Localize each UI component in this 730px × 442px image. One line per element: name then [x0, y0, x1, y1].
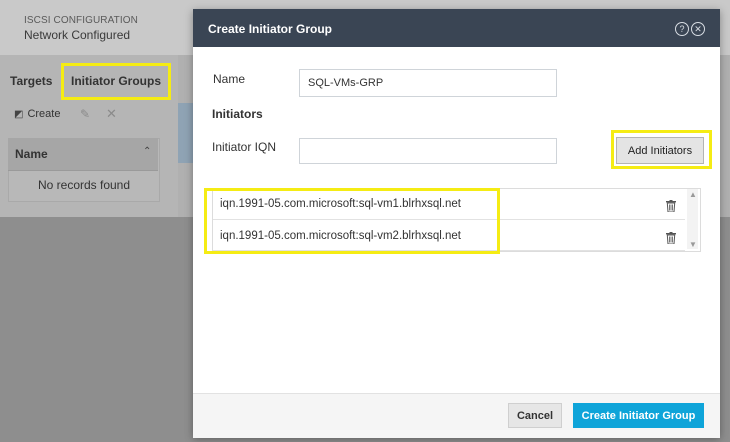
initiator-iqn-label: Initiator IQN — [212, 140, 277, 154]
initiator-iqn-text: iqn.1991-05.com.microsoft:sql-vm1.blrhxs… — [220, 198, 461, 210]
tab-initiator-groups[interactable]: Initiator Groups — [71, 74, 161, 88]
create-button[interactable]: ◩ Create — [14, 108, 60, 120]
close-icon[interactable]: ✕ — [691, 22, 705, 36]
create-icon: ◩ — [14, 108, 24, 120]
name-input[interactable] — [299, 69, 557, 97]
delete-icon[interactable]: ✕ — [106, 106, 117, 122]
initiator-iqn-text: iqn.1991-05.com.microsoft:sql-vm2.blrhxs… — [220, 230, 461, 242]
edit-icon[interactable]: ✎ — [80, 107, 90, 121]
add-initiators-button[interactable]: Add Initiators — [616, 137, 704, 164]
dialog-title: Create Initiator Group — [208, 22, 333, 36]
cancel-button[interactable]: Cancel — [508, 403, 562, 428]
scroll-up-icon[interactable]: ▲ — [689, 190, 697, 199]
name-label: Name — [213, 72, 246, 86]
create-initiator-group-button[interactable]: Create Initiator Group — [573, 403, 704, 428]
trash-icon[interactable] — [666, 232, 676, 244]
grid-empty-message: No records found — [37, 178, 131, 192]
create-button-label: Create — [27, 108, 61, 120]
initiators-heading: Initiators — [212, 107, 263, 121]
scroll-down-icon[interactable]: ▼ — [689, 240, 697, 249]
iscsi-status-label: ISCSI CONFIGURATION — [24, 15, 138, 26]
iscsi-status-value: Network Configured — [24, 28, 131, 42]
sort-ascending-icon[interactable]: ⌃ — [143, 146, 151, 157]
trash-icon[interactable] — [666, 200, 676, 212]
tab-targets[interactable]: Targets — [10, 74, 52, 88]
help-icon[interactable]: ? — [675, 22, 689, 36]
initiator-iqn-input[interactable] — [299, 138, 557, 164]
grid-column-name[interactable]: Name — [15, 147, 48, 161]
